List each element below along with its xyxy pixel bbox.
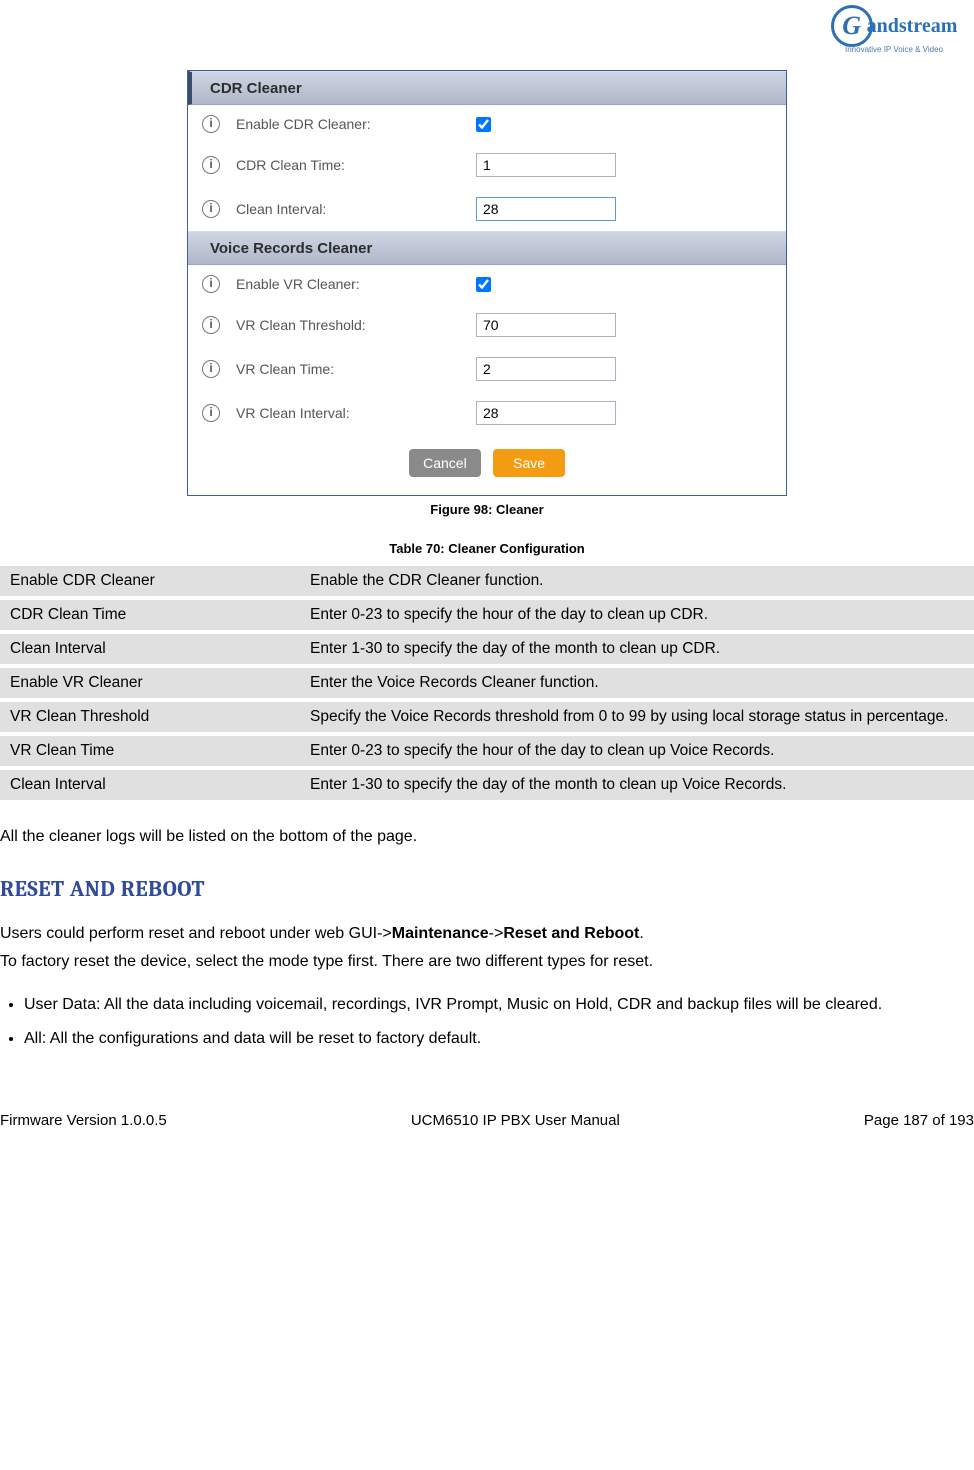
info-icon[interactable]: i — [202, 275, 220, 293]
list-item: User Data: All the data including voicem… — [24, 992, 974, 1018]
row-cdr-time: i CDR Clean Time: — [188, 143, 786, 187]
label-enable-cdr: Enable CDR Cleaner: — [236, 116, 476, 132]
table-value: Enable the CDR Cleaner function. — [300, 566, 974, 596]
table-key: Clean Interval — [0, 634, 300, 664]
table-key: Clean Interval — [0, 770, 300, 800]
label-cdr-time: CDR Clean Time: — [236, 157, 476, 173]
text: Users could perform reset and reboot und… — [0, 925, 392, 942]
footer-center: UCM6510 IP PBX User Manual — [411, 1112, 620, 1129]
page-footer: Firmware Version 1.0.0.5 UCM6510 IP PBX … — [0, 1112, 974, 1129]
table-row: Enable CDR CleanerEnable the CDR Cleaner… — [0, 566, 974, 596]
info-icon[interactable]: i — [202, 316, 220, 334]
reset-paragraph-2: To factory reset the device, select the … — [0, 950, 974, 974]
cancel-button[interactable]: Cancel — [409, 449, 481, 477]
row-vr-interval: i VR Clean Interval: — [188, 391, 786, 435]
footer-right: Page 187 of 193 — [864, 1112, 974, 1129]
label-clean-interval: Clean Interval: — [236, 201, 476, 217]
table-value: Enter 1-30 to specify the day of the mon… — [300, 634, 974, 664]
note-text: All the cleaner logs will be listed on t… — [0, 826, 974, 848]
input-clean-interval[interactable] — [476, 197, 616, 221]
table-key: VR Clean Time — [0, 736, 300, 766]
label-enable-vr: Enable VR Cleaner: — [236, 276, 476, 292]
input-vr-threshold[interactable] — [476, 313, 616, 337]
table-key: VR Clean Threshold — [0, 702, 300, 732]
checkbox-enable-vr[interactable] — [476, 277, 491, 292]
text: . — [639, 925, 643, 942]
table-row: Enable VR CleanerEnter the Voice Records… — [0, 668, 974, 698]
table-caption: Table 70: Cleaner Configuration — [0, 541, 974, 556]
table-value: Enter 0-23 to specify the hour of the da… — [300, 600, 974, 630]
brand-logo: Gandstream Innovative IP Voice & Video — [814, 5, 974, 54]
reset-bullets: User Data: All the data including voicem… — [24, 992, 974, 1051]
table-value: Specify the Voice Records threshold from… — [300, 702, 974, 732]
row-enable-vr: i Enable VR Cleaner: — [188, 265, 786, 303]
table-row: CDR Clean TimeEnter 0-23 to specify the … — [0, 600, 974, 630]
info-icon[interactable]: i — [202, 360, 220, 378]
info-icon[interactable]: i — [202, 404, 220, 422]
list-item: All: All the configurations and data wil… — [24, 1026, 974, 1052]
figure-caption: Figure 98: Cleaner — [0, 502, 974, 517]
table-row: Clean IntervalEnter 1-30 to specify the … — [0, 770, 974, 800]
table-row: VR Clean ThresholdSpecify the Voice Reco… — [0, 702, 974, 732]
cleaner-panel: CDR Cleaner i Enable CDR Cleaner: i CDR … — [187, 70, 787, 496]
button-row: Cancel Save — [188, 435, 786, 495]
bold-maintenance: Maintenance — [392, 925, 489, 942]
table-key: CDR Clean Time — [0, 600, 300, 630]
text: -> — [489, 925, 504, 942]
table-value: Enter the Voice Records Cleaner function… — [300, 668, 974, 698]
logo-tagline: Innovative IP Voice & Video — [814, 45, 974, 54]
label-vr-time: VR Clean Time: — [236, 361, 476, 377]
table-row: Clean IntervalEnter 1-30 to specify the … — [0, 634, 974, 664]
row-vr-threshold: i VR Clean Threshold: — [188, 303, 786, 347]
row-clean-interval: i Clean Interval: — [188, 187, 786, 231]
section-cdr-cleaner: CDR Cleaner — [188, 71, 786, 105]
config-table: Enable CDR CleanerEnable the CDR Cleaner… — [0, 562, 974, 804]
info-icon[interactable]: i — [202, 156, 220, 174]
footer-left: Firmware Version 1.0.0.5 — [0, 1112, 167, 1129]
row-enable-cdr: i Enable CDR Cleaner: — [188, 105, 786, 143]
save-button[interactable]: Save — [493, 449, 565, 477]
label-vr-threshold: VR Clean Threshold: — [236, 317, 476, 333]
table-value: Enter 1-30 to specify the day of the mon… — [300, 770, 974, 800]
table-key: Enable CDR Cleaner — [0, 566, 300, 596]
checkbox-enable-cdr[interactable] — [476, 117, 491, 132]
label-vr-interval: VR Clean Interval: — [236, 405, 476, 421]
reset-paragraph-1: Users could perform reset and reboot und… — [0, 922, 974, 946]
input-cdr-time[interactable] — [476, 153, 616, 177]
section-vr-cleaner: Voice Records Cleaner — [188, 231, 786, 265]
logo-text: andstream — [867, 15, 958, 38]
input-vr-time[interactable] — [476, 357, 616, 381]
table-row: VR Clean TimeEnter 0-23 to specify the h… — [0, 736, 974, 766]
table-value: Enter 0-23 to specify the hour of the da… — [300, 736, 974, 766]
heading-reset-reboot: RESET AND REBOOT — [0, 876, 974, 902]
bold-reset-reboot: Reset and Reboot — [503, 925, 639, 942]
input-vr-interval[interactable] — [476, 401, 616, 425]
table-key: Enable VR Cleaner — [0, 668, 300, 698]
row-vr-time: i VR Clean Time: — [188, 347, 786, 391]
info-icon[interactable]: i — [202, 115, 220, 133]
info-icon[interactable]: i — [202, 200, 220, 218]
